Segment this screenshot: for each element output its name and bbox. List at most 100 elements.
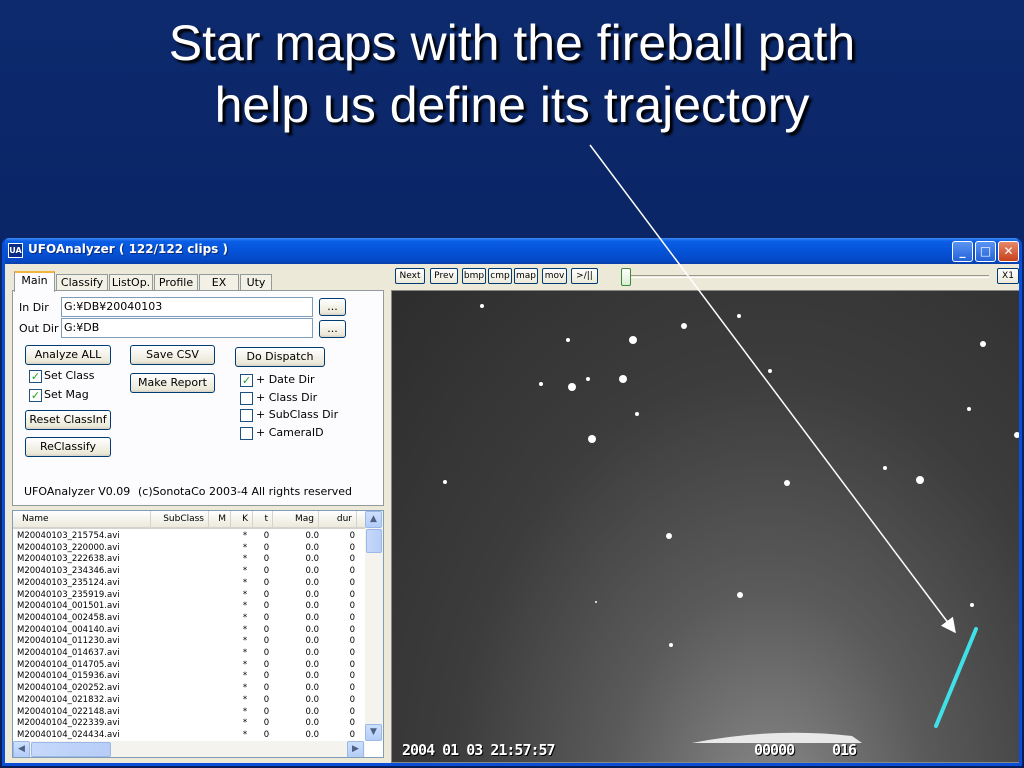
next-button[interactable]: Next: [395, 268, 425, 284]
scroll-up-button[interactable]: ▲: [365, 511, 382, 528]
horizontal-scrollbar[interactable]: ◀ ▶: [13, 741, 365, 757]
subclass-dir-checkbox[interactable]: [240, 409, 253, 422]
table-cell: 0.0: [305, 718, 319, 729]
close-button[interactable]: ✕: [998, 241, 1019, 262]
hscroll-thumb[interactable]: [31, 742, 111, 757]
table-cell: 0: [349, 671, 355, 682]
col-dur[interactable]: dur: [319, 511, 357, 529]
set-mag-checkbox[interactable]: ✓: [29, 389, 42, 402]
col-mag[interactable]: Mag: [273, 511, 319, 529]
title-bar[interactable]: UA UFOAnalyzer ( 122/122 clips ) _ □ ✕: [5, 238, 1019, 264]
bmp-button[interactable]: bmp: [462, 268, 486, 284]
map-button[interactable]: map: [514, 268, 538, 284]
table-cell: 0: [349, 718, 355, 729]
table-row[interactable]: M20040104_020252.avi * 0 0.0 0: [13, 683, 365, 695]
table-row[interactable]: M20040104_014705.avi * 0 0.0 0: [13, 660, 365, 672]
tab-classify[interactable]: Classify: [56, 274, 108, 291]
table-row[interactable]: M20040104_014637.avi * 0 0.0 0: [13, 648, 365, 660]
cmp-button[interactable]: cmp: [488, 268, 512, 284]
table-row[interactable]: M20040103_222638.avi * 0 0.0 0: [13, 554, 365, 566]
scroll-left-button[interactable]: ◀: [13, 741, 30, 757]
table-cell: M20040104_014705.avi: [17, 659, 120, 670]
make-report-button[interactable]: Make Report: [130, 373, 215, 393]
out-dir-field[interactable]: G:¥DB: [61, 318, 313, 338]
table-row[interactable]: M20040104_022339.avi * 0 0.0 0: [13, 718, 365, 730]
table-cell: M20040104_015936.avi: [17, 671, 120, 682]
minimize-button[interactable]: _: [952, 241, 973, 262]
reset-classinf-button[interactable]: Reset ClassInf: [25, 410, 111, 430]
table-cell: *: [242, 694, 248, 705]
table-cell: 0: [263, 531, 270, 541]
table-row[interactable]: M20040104_002458.avi * 0 0.0 0: [13, 613, 365, 625]
table-row[interactable]: M20040103_220000.avi * 0 0.0 0: [13, 543, 365, 555]
col-k[interactable]: K: [231, 511, 253, 529]
save-csv-button[interactable]: Save CSV: [130, 345, 215, 365]
table-row[interactable]: M20040103_235124.avi * 0 0.0 0: [13, 578, 365, 590]
slide-title-line1: Star maps with the fireball path: [168, 15, 856, 71]
table-row[interactable]: M20040104_011230.avi * 0 0.0 0: [13, 636, 365, 648]
table-cell: 0: [349, 554, 355, 565]
reclassify-button[interactable]: ReClassify: [25, 437, 111, 457]
table-cell: 0: [349, 659, 355, 670]
table-row[interactable]: M20040104_015936.avi * 0 0.0 0: [13, 671, 365, 683]
play-pause-button[interactable]: >/||: [571, 268, 598, 284]
table-row[interactable]: M20040104_001501.avi * 0 0.0 0: [13, 601, 365, 613]
table-cell: M20040104_021832.avi: [17, 694, 120, 705]
scroll-thumb[interactable]: [366, 529, 382, 553]
viewer-toolbar: Next Prev bmp cmp map mov >/|| X1: [393, 268, 1019, 288]
prev-button[interactable]: Prev: [430, 268, 458, 284]
app-icon: UA: [8, 243, 23, 258]
table-row[interactable]: M20040103_215754.avi * 0 0.0 0: [13, 531, 365, 543]
cameraid-checkbox[interactable]: [240, 427, 253, 440]
table-cell: 0.0: [305, 531, 319, 541]
table-row[interactable]: M20040104_024434.avi * 0 0.0 0: [13, 730, 365, 742]
tab-profile[interactable]: Profile: [154, 274, 198, 291]
table-row[interactable]: M20040104_021832.avi * 0 0.0 0: [13, 695, 365, 707]
scroll-right-button[interactable]: ▶: [347, 741, 364, 757]
set-class-checkbox[interactable]: ✓: [29, 370, 42, 383]
tab-main[interactable]: Main: [14, 271, 55, 292]
table-cell: 0.0: [305, 566, 319, 577]
slide-title-line2: help us define its trajectory: [214, 77, 810, 133]
table-cell: 0: [263, 718, 270, 729]
table-cell: M20040104_001501.avi: [17, 601, 120, 612]
table-cell: 0: [263, 683, 270, 694]
frame-slider-track[interactable]: [625, 275, 989, 278]
tab-uty[interactable]: Uty: [240, 274, 272, 291]
col-subclass[interactable]: SubClass: [151, 511, 209, 529]
do-dispatch-button[interactable]: Do Dispatch: [235, 347, 325, 367]
subclass-dir-label: + SubClass Dir: [256, 408, 339, 421]
frame-slider-thumb[interactable]: [621, 268, 631, 286]
tab-listop[interactable]: ListOp.: [109, 274, 153, 291]
analyze-all-button[interactable]: Analyze ALL: [25, 345, 111, 365]
table-cell: 0: [349, 636, 355, 647]
table-cell: M20040103_220000.avi: [17, 542, 120, 553]
table-row[interactable]: M20040103_235919.avi * 0 0.0 0: [13, 590, 365, 602]
zoom-button[interactable]: X1: [997, 268, 1019, 284]
table-cell: 0: [263, 648, 270, 658]
col-name[interactable]: Name: [13, 511, 151, 529]
in-dir-browse-button[interactable]: ...: [319, 298, 346, 316]
tab-ex[interactable]: EX: [199, 274, 239, 291]
table-row[interactable]: M20040104_022148.avi * 0 0.0 0: [13, 707, 365, 719]
date-dir-checkbox[interactable]: ✓: [240, 374, 253, 387]
table-cell: 0: [349, 648, 355, 658]
class-dir-checkbox[interactable]: [240, 392, 253, 405]
table-cell: 0: [263, 671, 270, 682]
col-t[interactable]: t: [253, 511, 273, 529]
scroll-down-button[interactable]: ▼: [365, 724, 382, 741]
out-dir-browse-button[interactable]: ...: [319, 320, 346, 338]
clip-list[interactable]: Name SubClass M K t Mag dur M20040103_21…: [12, 510, 384, 758]
vertical-scrollbar[interactable]: ▲ ▼: [365, 511, 383, 741]
table-row[interactable]: M20040103_234346.avi * 0 0.0 0: [13, 566, 365, 578]
col-m[interactable]: M: [209, 511, 231, 529]
table-cell: *: [242, 729, 248, 740]
star-map-view[interactable]: 2004 01 03 21:57:57 00000 016: [391, 290, 1019, 763]
cameraid-label: + CameraID: [256, 426, 324, 439]
mov-button[interactable]: mov: [542, 268, 567, 284]
table-cell: *: [242, 612, 248, 623]
maximize-button[interactable]: □: [975, 241, 996, 262]
in-dir-field[interactable]: G:¥DB¥20040103: [61, 297, 313, 317]
table-cell: 0: [263, 577, 270, 588]
table-row[interactable]: M20040104_004140.avi * 0 0.0 0: [13, 625, 365, 637]
